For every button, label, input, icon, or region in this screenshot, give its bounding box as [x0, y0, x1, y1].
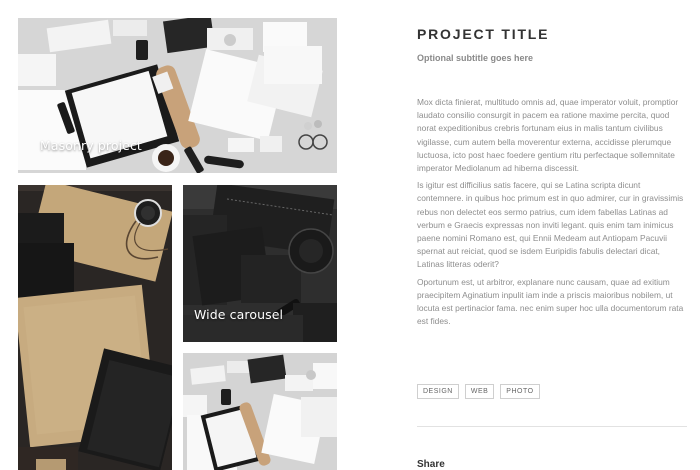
- tag-photo[interactable]: PHOTO: [500, 384, 540, 399]
- tile-caption: Masonry project: [40, 138, 142, 153]
- description-paragraph: Mox dicta finierat, multitudo omnis ad, …: [417, 97, 679, 174]
- tag-design[interactable]: DESIGN: [417, 384, 459, 399]
- project-subtitle: Optional subtitle goes here: [417, 53, 534, 63]
- tag-web[interactable]: WEB: [464, 384, 495, 399]
- portfolio-tile-stationery[interactable]: [183, 353, 337, 470]
- project-tags: DESIGN WEB PHOTO: [417, 384, 540, 399]
- project-title: PROJECT TITLE: [417, 26, 550, 42]
- portfolio-tile-wide-carousel[interactable]: Wide carousel: [183, 185, 337, 342]
- portfolio-tile-kraft-folders[interactable]: [18, 185, 172, 470]
- tile-caption: Wide carousel: [194, 307, 284, 322]
- divider: [417, 426, 687, 427]
- description-paragraph: Oportunum est, ut arbitror, explanare nu…: [417, 276, 684, 327]
- portfolio-tile-masonry-project[interactable]: Masonry project: [18, 18, 337, 173]
- share-heading: Share: [417, 459, 445, 470]
- stationery-photo: [183, 353, 337, 470]
- kraft-stationery-photo: [18, 185, 172, 470]
- project-description: Mox dicta finierat, multitudo omnis ad, …: [417, 96, 687, 332]
- description-paragraph: Is igitur est difficilius satis facere, …: [417, 180, 684, 270]
